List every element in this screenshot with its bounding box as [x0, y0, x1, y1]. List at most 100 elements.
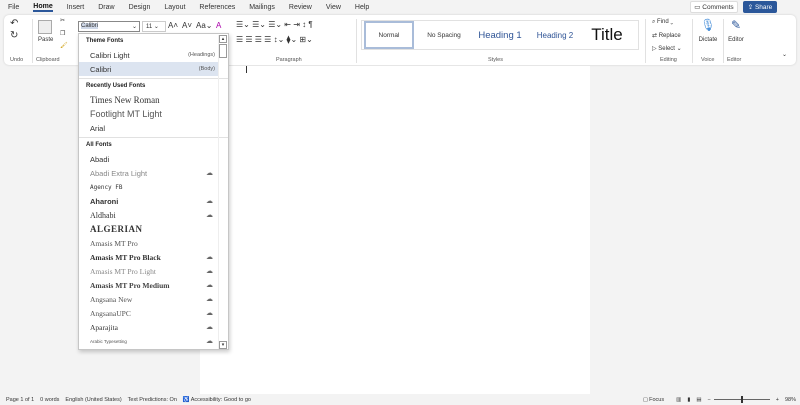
- select-label: Select: [658, 46, 675, 52]
- accessibility-icon: ♿: [182, 396, 190, 403]
- select-button[interactable]: ▷ Select ⌄: [652, 45, 682, 52]
- shrink-font-icon[interactable]: A˅: [182, 21, 192, 30]
- undo-icon[interactable]: ↶: [10, 18, 18, 29]
- tab-file[interactable]: File: [8, 4, 19, 11]
- editor-button[interactable]: Editor: [724, 37, 748, 43]
- tab-draw[interactable]: Draw: [98, 4, 114, 11]
- zoom-level[interactable]: 98%: [785, 397, 796, 403]
- font-option[interactable]: Agency FB: [79, 180, 219, 194]
- comment-icon: ▭: [694, 4, 703, 11]
- scroll-thumb[interactable]: [219, 44, 227, 58]
- focus-button[interactable]: Focus: [649, 397, 664, 403]
- grow-font-icon[interactable]: A˄: [168, 21, 178, 30]
- tab-view[interactable]: View: [326, 4, 341, 11]
- font-option-selected[interactable]: Calibri (Body): [79, 62, 219, 76]
- style-normal[interactable]: Normal: [364, 21, 414, 49]
- format-painter-icon[interactable]: 🖌: [60, 42, 68, 49]
- redo-icon[interactable]: ↻: [10, 30, 18, 41]
- font-option[interactable]: Abadi: [79, 152, 219, 166]
- replace-button[interactable]: ⇄ Replace: [652, 32, 681, 39]
- tab-layout[interactable]: Layout: [164, 4, 185, 11]
- font-option[interactable]: Amasis MT Pro Medium ☁: [79, 278, 219, 292]
- font-option[interactable]: Footlight MT Light: [79, 107, 219, 121]
- paragraph-tools-icon[interactable]: ☰⌄ ☰⌄ ☰⌄ ⇤ ⇥ ↕ ¶: [236, 20, 313, 29]
- tab-review[interactable]: Review: [289, 4, 312, 11]
- alignment-icon[interactable]: ☰ ☰ ☰ ☰ ↕⌄ ⧫⌄ ⊞⌄: [236, 35, 313, 44]
- font-name-input[interactable]: Calibri ⌄: [78, 21, 140, 32]
- tab-home[interactable]: Home: [33, 3, 53, 12]
- font-name: Amasis MT Pro Black: [90, 252, 161, 262]
- cloud-download-icon: ☁: [206, 198, 213, 205]
- tab-design[interactable]: Design: [129, 4, 151, 11]
- font-option[interactable]: Aparajita ☁: [79, 320, 219, 334]
- paste-icon[interactable]: [38, 20, 52, 34]
- word-count[interactable]: 0 words: [40, 397, 59, 403]
- print-layout-icon[interactable]: ▮: [687, 397, 690, 403]
- tab-references[interactable]: References: [199, 4, 235, 11]
- document-page[interactable]: [200, 66, 590, 394]
- voice-group-label: Voice: [701, 57, 715, 63]
- tab-help[interactable]: Help: [355, 4, 369, 11]
- all-fonts-header: All Fonts: [86, 142, 112, 148]
- font-option[interactable]: Arabic Typesetting ☁: [79, 334, 219, 348]
- font-option[interactable]: AngsanaUPC ☁: [79, 306, 219, 320]
- dictate-button[interactable]: Dictate: [695, 37, 721, 43]
- font-option[interactable]: Times New Roman: [79, 93, 219, 107]
- paste-button[interactable]: Paste: [38, 37, 53, 43]
- cloud-download-icon: ☁: [206, 282, 213, 289]
- read-mode-icon[interactable]: ▥: [676, 397, 681, 403]
- style-title[interactable]: Title: [582, 21, 632, 49]
- font-option[interactable]: Aldhabi ☁: [79, 208, 219, 222]
- cloud-download-icon: ☁: [206, 296, 213, 303]
- web-layout-icon[interactable]: ▤: [696, 397, 701, 403]
- scroll-up-icon[interactable]: ▴: [219, 35, 227, 43]
- font-tag: (Body): [198, 66, 215, 72]
- style-heading-2[interactable]: Heading 2: [530, 21, 580, 49]
- microphone-icon[interactable]: 🎙: [698, 18, 718, 32]
- tab-insert[interactable]: Insert: [67, 4, 85, 11]
- collapse-ribbon-icon[interactable]: ⌄: [782, 51, 787, 58]
- zoom-out-button[interactable]: −: [708, 397, 711, 403]
- share-button[interactable]: ⇪ Share: [743, 1, 777, 13]
- font-option[interactable]: Amasis MT Pro Light ☁: [79, 264, 219, 278]
- font-size-input[interactable]: 11 ⌄: [142, 21, 166, 32]
- copy-icon[interactable]: ❐: [60, 30, 65, 37]
- scroll-down-icon[interactable]: ▾: [219, 341, 227, 349]
- style-heading-1[interactable]: Heading 1: [470, 21, 530, 49]
- font-option[interactable]: ALGERIAN: [79, 222, 219, 236]
- font-name: Aharoni: [90, 196, 119, 206]
- find-button[interactable]: ⌕ Find ⌄: [652, 19, 673, 26]
- font-option[interactable]: Amasis MT Pro Black ☁: [79, 250, 219, 264]
- font-option[interactable]: Abadi Extra Light ☁: [79, 166, 219, 180]
- font-option[interactable]: Calibri Light (Headings): [79, 48, 219, 62]
- page-count[interactable]: Page 1 of 1: [6, 397, 34, 403]
- zoom-in-button[interactable]: +: [776, 397, 779, 403]
- text-predictions[interactable]: Text Predictions: On: [128, 397, 177, 403]
- font-name: Arabic Typesetting: [90, 338, 127, 344]
- clear-formatting-icon[interactable]: A: [216, 21, 221, 30]
- language[interactable]: English (United States): [65, 397, 121, 403]
- zoom-slider-thumb[interactable]: [741, 396, 744, 403]
- font-option[interactable]: Arial: [79, 121, 219, 135]
- editor-pen-icon[interactable]: ✎: [726, 18, 746, 32]
- chevron-down-icon: ⌄: [131, 24, 137, 30]
- accessibility-status[interactable]: Accessibility: Good to go: [191, 397, 251, 403]
- font-option[interactable]: Aharoni ☁: [79, 194, 219, 208]
- share-label: Share: [754, 3, 773, 11]
- comments-button[interactable]: ▭ Comments: [690, 1, 738, 13]
- tab-mailings[interactable]: Mailings: [249, 4, 275, 11]
- font-name: Abadi: [90, 154, 110, 164]
- change-case-icon[interactable]: Aa⌄: [196, 21, 213, 30]
- cloud-download-icon: ☁: [206, 212, 213, 219]
- style-no-spacing[interactable]: No Spacing: [420, 21, 468, 49]
- cut-icon[interactable]: ✂: [60, 17, 65, 24]
- font-option[interactable]: Angsana New ☁: [79, 292, 219, 306]
- font-name: Calibri: [90, 64, 112, 74]
- font-option[interactable]: Amasis MT Pro: [79, 236, 219, 250]
- undo-group-label: Undo: [10, 57, 24, 63]
- font-name: Aparajita: [90, 322, 118, 332]
- scrollbar[interactable]: ▴ ▾: [218, 35, 227, 349]
- zoom-slider[interactable]: [713, 396, 770, 403]
- clipboard-group-label: Clipboard: [36, 57, 60, 63]
- paragraph-group-label: Paragraph: [276, 57, 302, 63]
